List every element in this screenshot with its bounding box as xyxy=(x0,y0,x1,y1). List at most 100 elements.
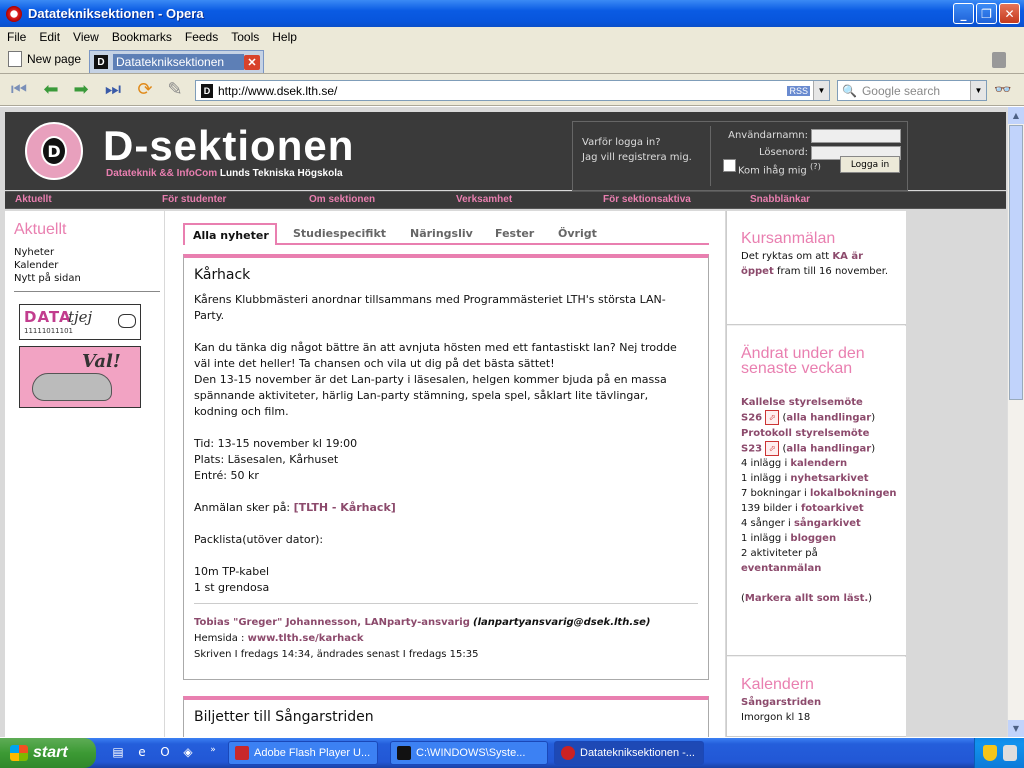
tab-naringsliv[interactable]: Näringsliv xyxy=(410,227,473,240)
address-field[interactable]: D http://www.dsek.lth.se/ RSS ▼ xyxy=(195,80,830,101)
scroll-up-icon[interactable]: ▲ xyxy=(1008,107,1024,124)
author-link[interactable]: Tobias "Greger" Johannesson, LANparty-an… xyxy=(194,617,470,628)
new-page-label: New page xyxy=(27,52,82,66)
kallelse-link[interactable]: Kallelse styrelsemöte xyxy=(741,395,897,410)
tab-alla-nyheter[interactable]: Alla nyheter xyxy=(183,223,277,245)
nav-om-sektionen[interactable]: Om sektionen xyxy=(309,194,375,205)
notepad-icon[interactable]: ▤ xyxy=(110,745,126,761)
rss-icon[interactable]: RSS xyxy=(787,85,810,96)
event-link[interactable]: Sångarstriden xyxy=(741,695,897,710)
nav-snabblankar[interactable]: Snabblänkar xyxy=(750,194,810,205)
taskbar: start ▤ e O ◈ » Adobe Flash Player U... … xyxy=(0,738,1024,768)
page-margin xyxy=(906,211,1007,737)
search-placeholder: Google search xyxy=(861,83,940,98)
opera-icon[interactable]: O xyxy=(157,745,173,761)
vertical-scrollbar[interactable]: ▲ ▼ xyxy=(1007,107,1024,737)
box-title: Ändrat under den senaste veckan xyxy=(741,345,865,377)
register-link[interactable]: Jag vill registrera mig. xyxy=(582,150,692,165)
window-titlebar: Datateknik­sektionen - Opera _ ❐ ✕ xyxy=(0,0,1024,27)
menu-feeds[interactable]: Feeds xyxy=(178,30,224,44)
maximize-button[interactable]: ❐ xyxy=(976,3,997,24)
login-button[interactable]: Logga in xyxy=(840,156,900,173)
chevron-down-icon[interactable]: ▼ xyxy=(813,81,829,100)
nav-for-studenter[interactable]: För studenter xyxy=(162,194,226,205)
password-label: Lösenord: xyxy=(759,147,808,158)
new-page-tab[interactable]: New page xyxy=(8,51,81,67)
val-banner[interactable]: Val! xyxy=(19,346,141,408)
binoculars-icon[interactable]: 👓 xyxy=(994,82,1011,98)
page-viewport: D D-sektionen Datateknik && InfoCom Lund… xyxy=(0,107,1007,737)
task-cmd[interactable]: C:\WINDOWS\Syste... xyxy=(390,741,548,765)
app-icon[interactable]: ◈ xyxy=(180,745,196,761)
main-content: Alla nyheter Studiespecifikt Näringsliv … xyxy=(165,211,725,737)
network-icon[interactable] xyxy=(1003,745,1017,761)
tab-datatekniksektionen[interactable]: D Datatekniksektionen ✕ xyxy=(89,50,264,73)
divider xyxy=(710,126,711,186)
opera-icon xyxy=(561,746,575,760)
remember-label: Kom ihåg mig (?) xyxy=(738,161,821,177)
site-header: D D-sektionen Datateknik && InfoCom Lund… xyxy=(5,112,1006,191)
site-favicon: D xyxy=(201,83,213,98)
site-logo[interactable]: D xyxy=(25,122,83,180)
article-title: Biljetter till Sångarstriden xyxy=(194,709,374,725)
close-button[interactable]: ✕ xyxy=(999,3,1020,24)
karhack-link[interactable]: [TLTH - Kårhack] xyxy=(294,501,396,514)
rewind-icon[interactable]: ⏮ xyxy=(8,81,30,99)
whale-icon xyxy=(32,373,112,401)
scroll-down-icon[interactable]: ▼ xyxy=(1008,720,1024,737)
task-opera[interactable]: Datatekniksektionen -... xyxy=(554,741,704,765)
scroll-thumb[interactable] xyxy=(1009,125,1023,400)
article-title: Kårhack xyxy=(194,267,251,283)
chevron-down-icon[interactable]: ▼ xyxy=(970,81,986,100)
menu-view[interactable]: View xyxy=(66,30,105,44)
nav-verksamhet[interactable]: Verksamhet xyxy=(456,194,512,205)
close-tab-icon[interactable]: ✕ xyxy=(244,54,260,70)
protokoll-link[interactable]: Protokoll styrelsemöte xyxy=(741,426,897,441)
sidebar-item-nyheter[interactable]: Nyheter xyxy=(14,247,54,258)
security-shield-icon[interactable] xyxy=(983,745,997,761)
sidebar-item-nytt[interactable]: Nytt på sidan xyxy=(14,273,81,284)
article-footer: Tobias "Greger" Johannesson, LANparty-an… xyxy=(194,615,704,663)
menu-file[interactable]: File xyxy=(0,30,32,44)
edit-icon[interactable]: ✎ xyxy=(164,81,186,99)
nav-aktuellt[interactable]: Aktuellt xyxy=(15,194,52,205)
search-input[interactable]: 🔍 Google search ▼ xyxy=(837,80,987,101)
changes-box: Ändrat under den senaste veckan Kallelse… xyxy=(727,326,906,656)
news-article: Biljetter till Sångarstriden xyxy=(183,696,709,737)
nav-for-sektionsaktiva[interactable]: För sektionsaktiva xyxy=(603,194,691,205)
ie-icon[interactable]: e xyxy=(134,745,150,761)
box-title: Kursanmälan xyxy=(741,230,836,247)
pdf-icon[interactable]: ⬀ xyxy=(765,410,780,425)
mark-read-link[interactable]: Markera allt som läst. xyxy=(745,593,868,604)
trash-icon[interactable] xyxy=(992,52,1006,68)
menu-tools[interactable]: Tools xyxy=(224,30,265,44)
new-page-icon xyxy=(8,51,22,67)
pdf-icon[interactable]: ⬀ xyxy=(765,440,780,456)
task-flash-player[interactable]: Adobe Flash Player U... xyxy=(228,741,378,765)
cmd-icon xyxy=(397,746,411,760)
start-button[interactable]: start xyxy=(0,738,96,768)
fast-forward-icon[interactable]: ⏭ xyxy=(102,81,124,99)
login-info: Varför logga in? Jag vill registrera mig… xyxy=(582,135,692,165)
tab-studiespecifikt[interactable]: Studiespecifikt xyxy=(293,227,386,240)
why-login-link[interactable]: Varför logga in? xyxy=(582,135,692,150)
menu-edit[interactable]: Edit xyxy=(32,30,66,44)
site-favicon: D xyxy=(94,55,108,69)
search-icon: 🔍 xyxy=(842,83,857,98)
forward-icon[interactable]: ➡ xyxy=(70,81,92,99)
minimize-button[interactable]: _ xyxy=(953,3,974,24)
back-icon[interactable]: ⬅ xyxy=(40,81,62,99)
username-input[interactable] xyxy=(811,129,901,143)
sidebar-item-kalender[interactable]: Kalender xyxy=(14,260,58,271)
menu-bookmarks[interactable]: Bookmarks xyxy=(105,30,178,44)
reload-icon[interactable]: ⟳ xyxy=(134,81,156,99)
chevron-right-icon[interactable]: » xyxy=(205,745,221,761)
author-email[interactable]: (lanpartyansvarig@dsek.lth.se) xyxy=(473,617,650,628)
homepage-link[interactable]: www.tlth.se/karhack xyxy=(248,633,364,644)
sidebar-title: Aktuellt xyxy=(14,221,67,238)
remember-checkbox[interactable] xyxy=(723,159,736,172)
tab-fester[interactable]: Fester xyxy=(495,227,534,240)
datatjej-banner[interactable]: DATA tjej 11111011101 xyxy=(19,304,141,340)
menu-help[interactable]: Help xyxy=(265,30,303,44)
tab-ovrigt[interactable]: Övrigt xyxy=(558,227,597,240)
